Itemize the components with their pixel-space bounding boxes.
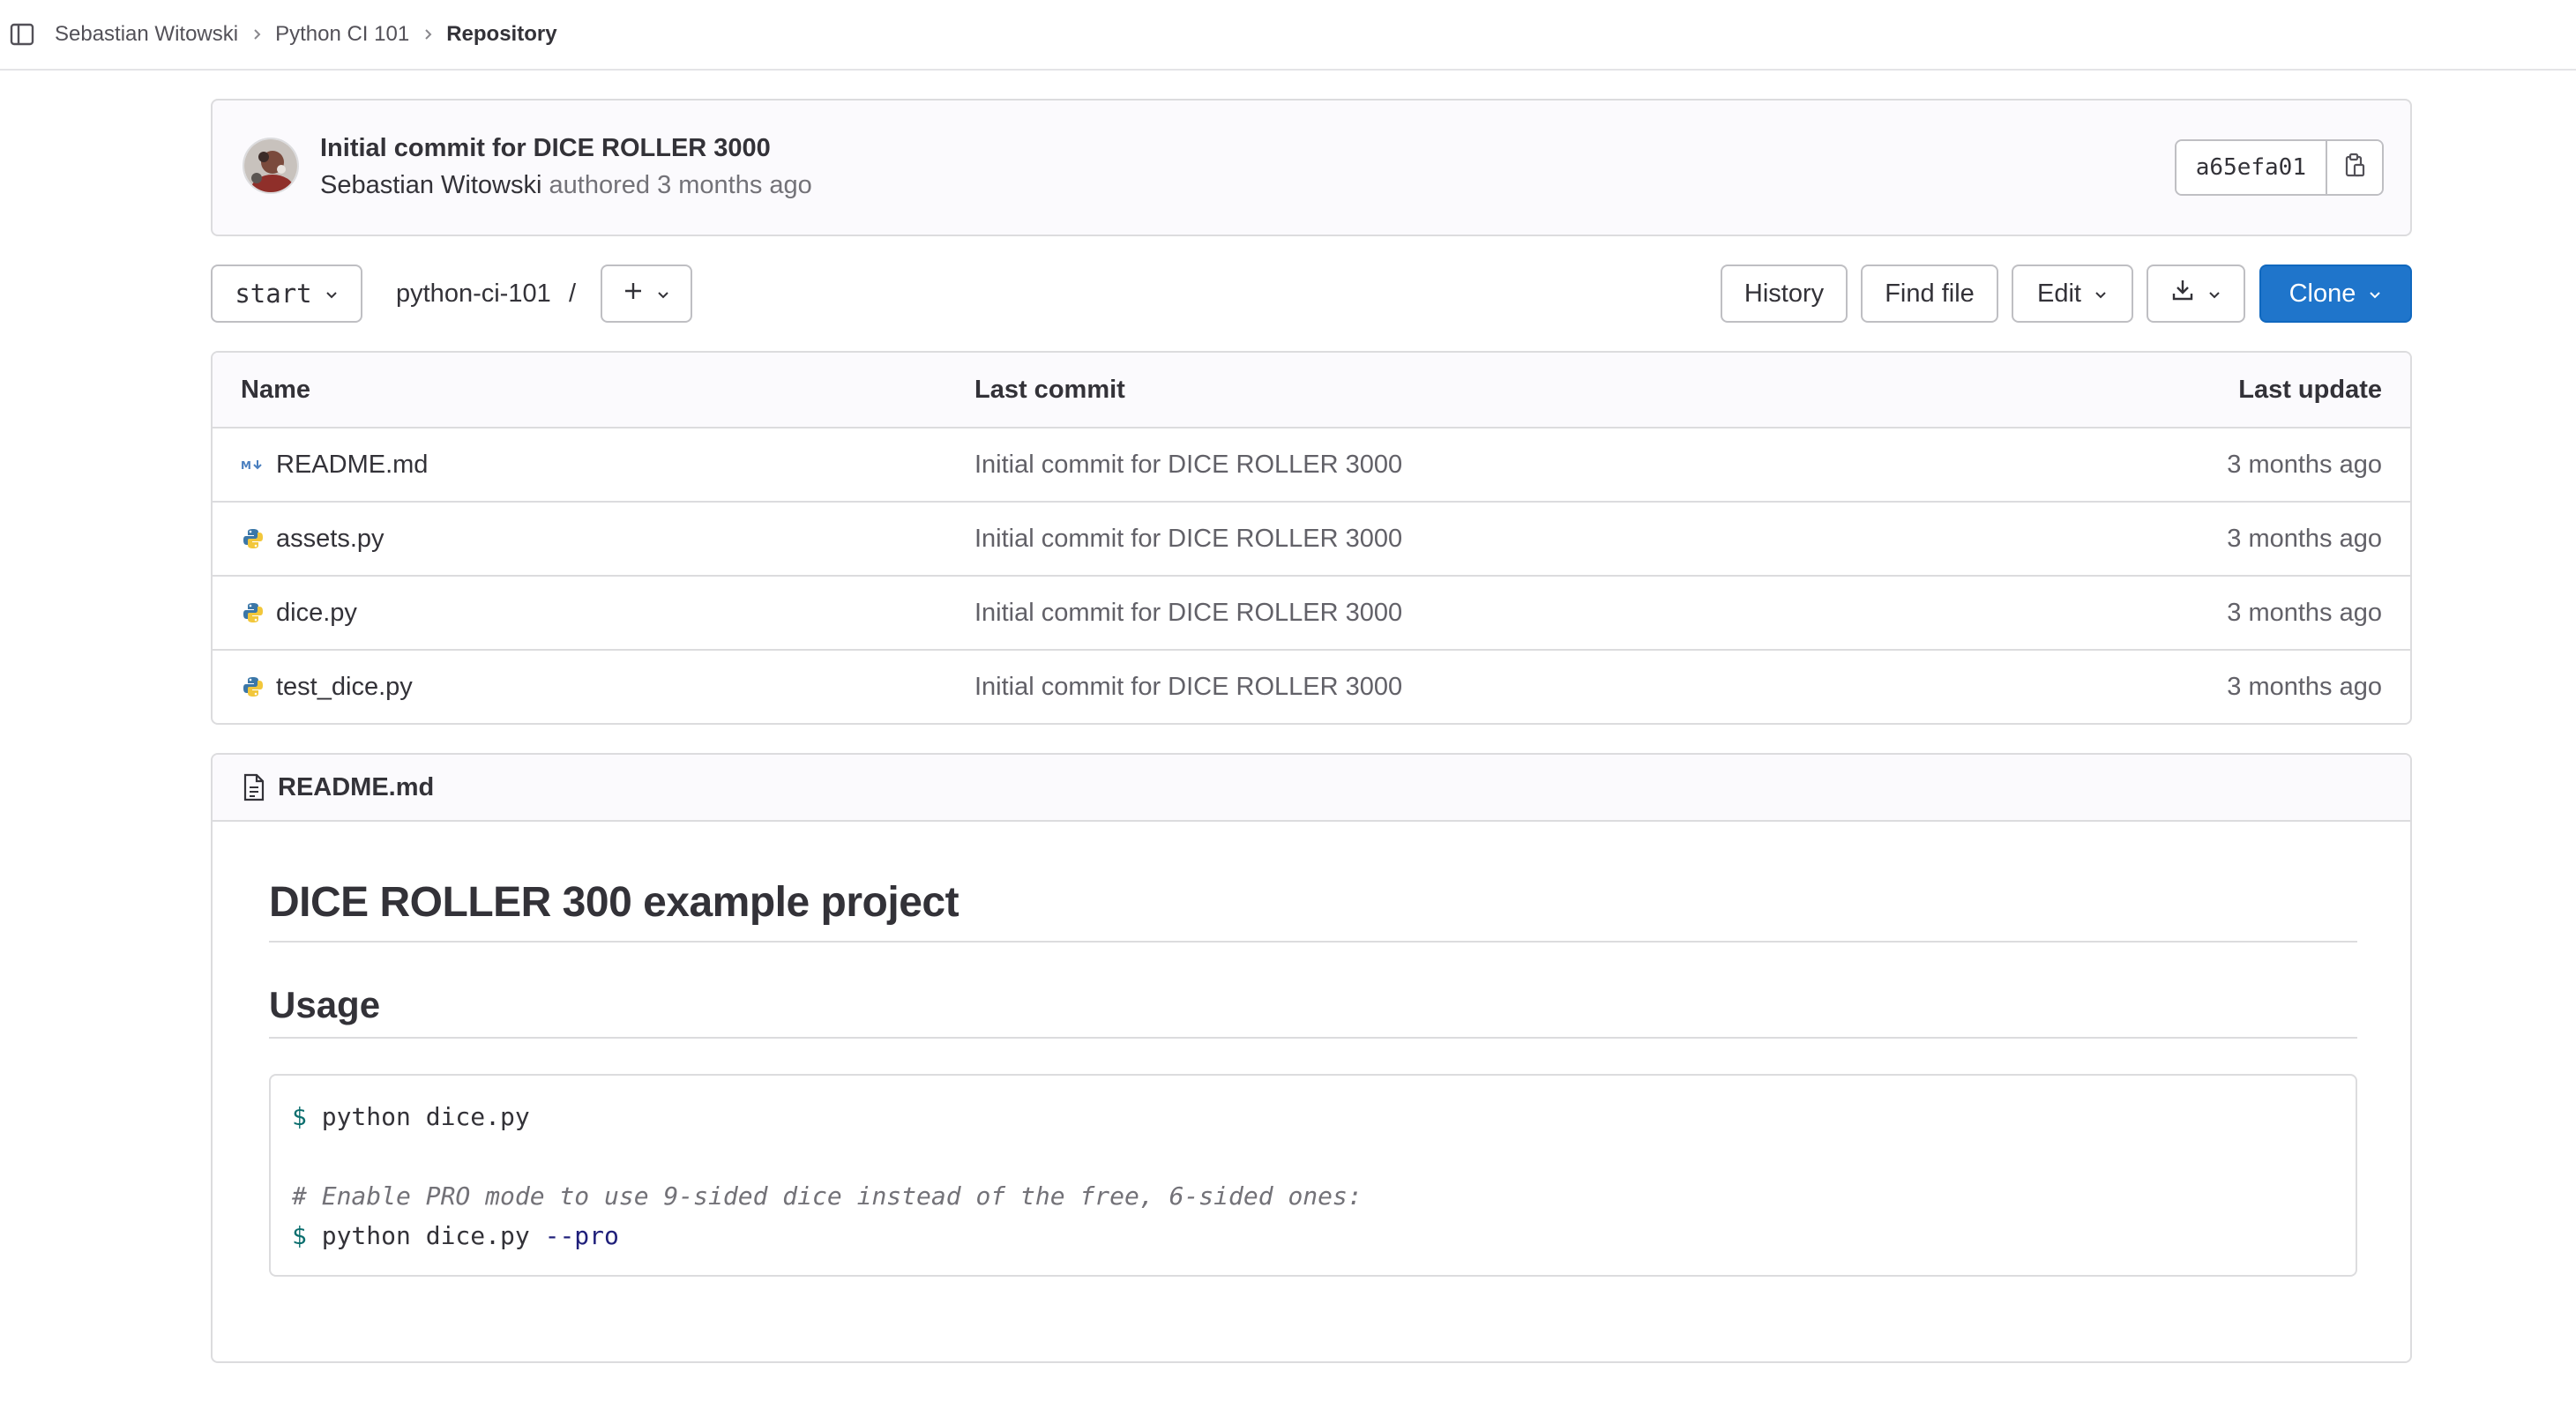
- chevron-right-icon: [250, 28, 263, 41]
- column-header-last-commit: Last commit: [974, 375, 1125, 404]
- chevron-down-icon: [656, 279, 670, 309]
- branch-name: start: [235, 279, 312, 309]
- file-last-update: 3 months ago: [2227, 524, 2382, 553]
- download-dropdown-button[interactable]: [2147, 265, 2245, 323]
- sidebar-toggle-icon[interactable]: [7, 19, 37, 49]
- commit-title[interactable]: Initial commit for DICE ROLLER 3000: [320, 134, 771, 163]
- plus-icon: [623, 279, 644, 309]
- commit-sha-group: a65efa01: [2174, 139, 2384, 196]
- readme-heading-1: DICE ROLLER 300 example project: [269, 878, 2357, 943]
- file-last-commit[interactable]: Initial commit for DICE ROLLER 3000: [974, 503, 1402, 575]
- clone-label: Clone: [2289, 279, 2356, 308]
- repo-toolbar: start python-ci-101 / History Find file …: [211, 265, 2412, 323]
- avatar[interactable]: [243, 138, 299, 194]
- table-row[interactable]: assets.py Initial commit for DICE ROLLER…: [213, 501, 2410, 575]
- code-line: $ python dice.py --pro: [292, 1216, 2334, 1256]
- table-row[interactable]: test_dice.py Initial commit for DICE ROL…: [213, 649, 2410, 723]
- code-flag: --pro: [544, 1221, 619, 1250]
- readme-heading-2: Usage: [269, 984, 2357, 1039]
- file-last-commit[interactable]: Initial commit for DICE ROLLER 3000: [974, 428, 1402, 501]
- readme-filename[interactable]: README.md: [278, 773, 434, 802]
- last-commit-box: Initial commit for DICE ROLLER 3000 Seba…: [211, 99, 2412, 236]
- commit-action: authored: [549, 171, 651, 199]
- code-prompt: $: [292, 1221, 307, 1250]
- code-command: python dice.py: [321, 1221, 530, 1250]
- clone-dropdown-button[interactable]: Clone: [2259, 265, 2412, 323]
- table-row[interactable]: M README.md Initial commit for DICE ROLL…: [213, 427, 2410, 501]
- code-command: python dice.py: [321, 1102, 530, 1131]
- python-icon: [241, 526, 265, 551]
- add-to-tree-button[interactable]: [601, 265, 692, 323]
- svg-text:M: M: [241, 459, 251, 472]
- file-name-cell: dice.py: [241, 577, 357, 649]
- code-prompt: $: [292, 1102, 307, 1131]
- file-name-cell: M README.md: [241, 428, 428, 501]
- chevron-down-icon: [325, 279, 339, 309]
- file-name-link[interactable]: test_dice.py: [276, 673, 413, 702]
- chevron-down-icon: [2094, 279, 2108, 309]
- python-icon: [241, 600, 265, 625]
- download-icon: [2170, 278, 2195, 309]
- document-icon: [243, 773, 265, 801]
- readme-panel: README.md DICE ROLLER 300 example projec…: [211, 753, 2412, 1363]
- branch-selector[interactable]: start: [211, 265, 362, 323]
- chevron-down-icon: [2207, 279, 2221, 309]
- file-last-commit[interactable]: Initial commit for DICE ROLLER 3000: [974, 577, 1402, 649]
- breadcrumb-item-user[interactable]: Sebastian Witowski: [55, 22, 238, 47]
- table-row[interactable]: dice.py Initial commit for DICE ROLLER 3…: [213, 575, 2410, 649]
- file-last-commit[interactable]: Initial commit for DICE ROLLER 3000: [974, 651, 1402, 723]
- markdown-icon: M: [241, 452, 265, 477]
- copy-sha-button[interactable]: [2327, 141, 2382, 194]
- commit-time: 3 months ago: [657, 171, 812, 199]
- file-name-link[interactable]: dice.py: [276, 599, 357, 628]
- top-bar: Sebastian Witowski Python CI 101 Reposit…: [0, 0, 2576, 71]
- edit-dropdown-button[interactable]: Edit: [2012, 265, 2133, 323]
- code-comment: # Enable PRO mode to use 9-sided dice in…: [292, 1181, 1363, 1211]
- file-tree-table: Name Last commit Last update M README.md…: [211, 351, 2412, 725]
- find-file-button[interactable]: Find file: [1861, 265, 1998, 323]
- column-header-name: Name: [241, 375, 310, 404]
- readme-header: README.md: [213, 755, 2410, 822]
- breadcrumb-item-project[interactable]: Python CI 101: [275, 22, 409, 47]
- python-icon: [241, 674, 265, 699]
- chevron-right-icon: [422, 28, 434, 41]
- file-name-link[interactable]: README.md: [276, 451, 428, 480]
- file-name-cell: assets.py: [241, 503, 385, 575]
- copy-icon: [2342, 153, 2367, 183]
- commit-meta: Sebastian Witowski authored 3 months ago: [320, 171, 812, 200]
- table-header: Name Last commit Last update: [213, 353, 2410, 427]
- commit-sha[interactable]: a65efa01: [2176, 141, 2327, 194]
- chevron-down-icon: [2368, 279, 2382, 309]
- edit-label: Edit: [2037, 279, 2081, 308]
- file-last-update: 3 months ago: [2227, 672, 2382, 701]
- breadcrumb-item-current[interactable]: Repository: [446, 22, 556, 47]
- code-line: # Enable PRO mode to use 9-sided dice in…: [292, 1176, 2334, 1216]
- history-label: History: [1743, 279, 1825, 308]
- file-name-cell: test_dice.py: [241, 651, 413, 723]
- find-file-label: Find file: [1885, 279, 1975, 308]
- code-block[interactable]: $ python dice.py # Enable PRO mode to us…: [269, 1074, 2357, 1277]
- file-last-update: 3 months ago: [2227, 598, 2382, 627]
- file-last-update: 3 months ago: [2227, 450, 2382, 479]
- code-line: $ python dice.py: [292, 1097, 2334, 1136]
- column-header-last-update: Last update: [2238, 375, 2382, 404]
- file-name-link[interactable]: assets.py: [276, 525, 385, 554]
- path-separator: /: [569, 279, 577, 308]
- commit-author[interactable]: Sebastian Witowski: [320, 171, 541, 199]
- repo-path-link[interactable]: python-ci-101: [396, 265, 551, 323]
- history-button[interactable]: History: [1721, 265, 1848, 323]
